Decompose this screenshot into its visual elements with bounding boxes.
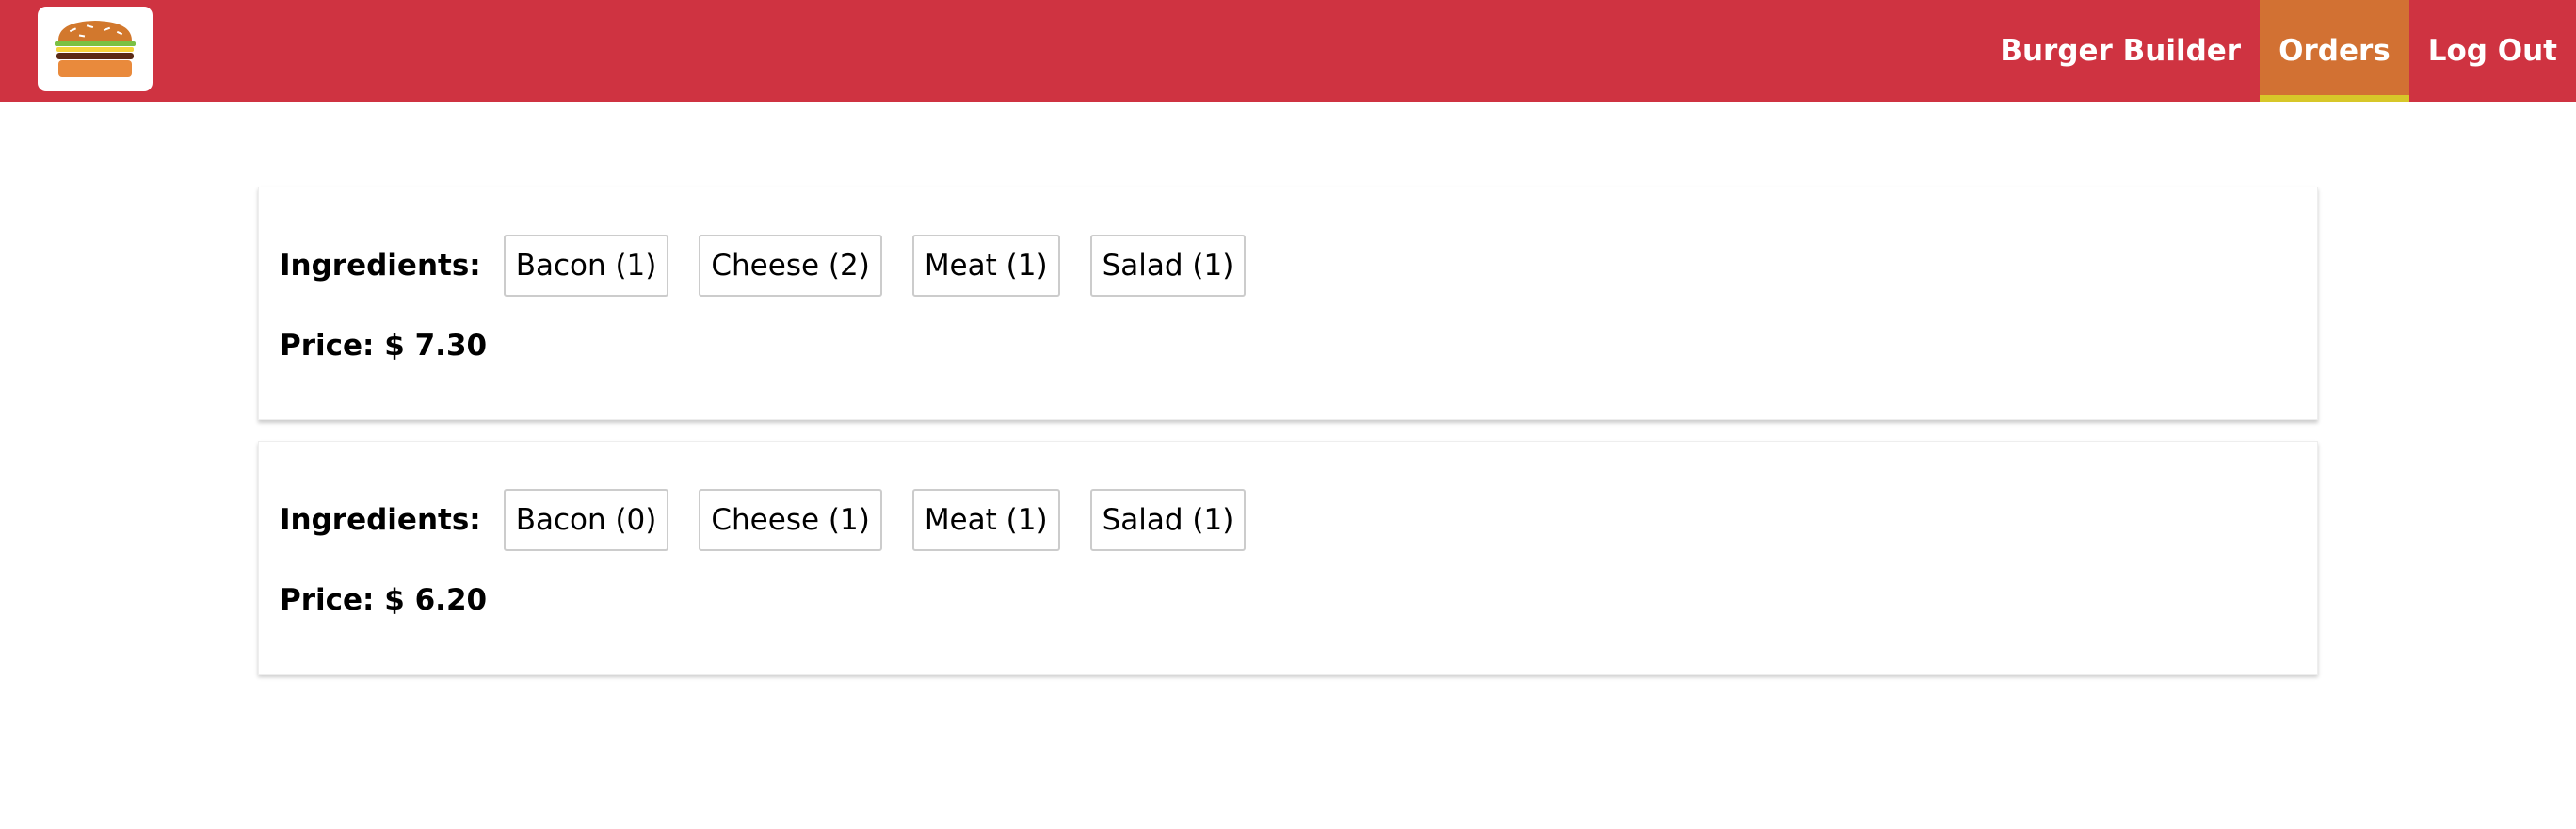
ingredients-label: Ingredients: [280,503,481,537]
orders-list: Ingredients: Bacon (1) Cheese (2) Meat (… [258,187,2318,695]
ingredient-chip: Salad (1) [1089,489,1247,551]
price-value: $ 7.30 [384,329,488,363]
nav-log-out[interactable]: Log Out [2409,0,2576,102]
ingredients-row: Ingredients: Bacon (1) Cheese (2) Meat (… [280,235,1276,297]
ingredient-chip: Bacon (0) [503,489,669,551]
order-price: Price: $ 6.20 [280,583,487,617]
order-price: Price: $ 7.30 [280,329,487,363]
ingredient-chip: Cheese (1) [699,489,882,551]
ingredient-chip: Meat (1) [911,489,1060,551]
ingredients-row: Ingredients: Bacon (0) Cheese (1) Meat (… [280,489,1276,551]
price-label: Price: [280,583,375,617]
nav-orders[interactable]: Orders [2260,0,2409,102]
nav-burger-builder[interactable]: Burger Builder [1981,0,2260,102]
ingredient-chip: Bacon (1) [503,235,669,297]
ingredient-chip: Cheese (2) [699,235,882,297]
price-label: Price: [280,329,375,363]
order-card: Ingredients: Bacon (1) Cheese (2) Meat (… [258,187,2318,420]
toolbar: Burger Builder Orders Log Out [0,0,2576,102]
ingredient-chip: Salad (1) [1089,235,1247,297]
main-nav: Burger Builder Orders Log Out [1981,0,2576,102]
burger-logo-icon[interactable] [38,7,153,91]
ingredient-chip: Meat (1) [911,235,1060,297]
price-value: $ 6.20 [384,583,488,617]
ingredients-label: Ingredients: [280,249,481,283]
order-card: Ingredients: Bacon (0) Cheese (1) Meat (… [258,441,2318,675]
